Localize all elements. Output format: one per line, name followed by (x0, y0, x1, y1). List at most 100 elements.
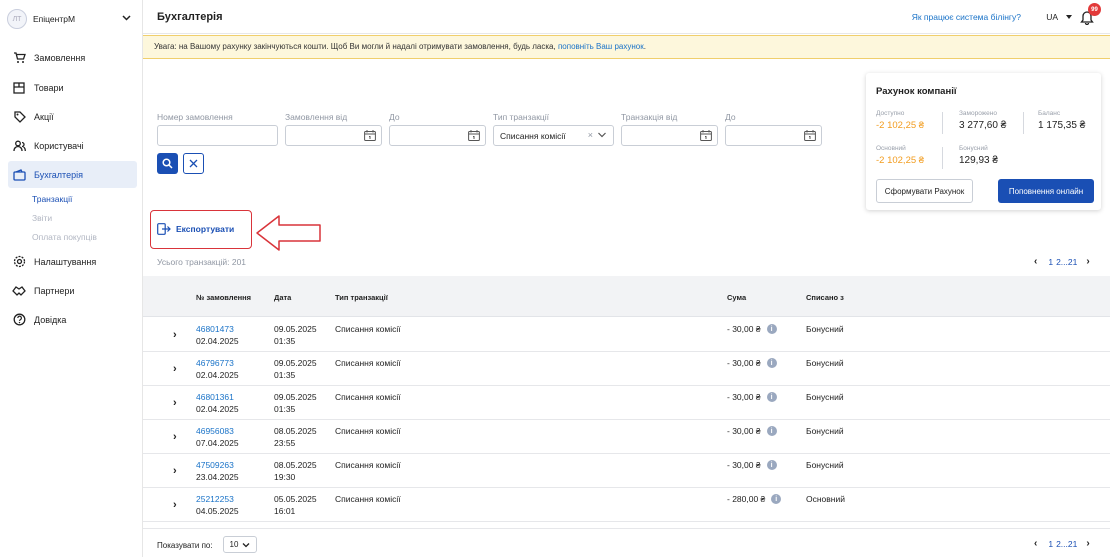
sum-value: - 30,00 ₴ (727, 392, 761, 402)
page-title: Бухгалтерія (157, 11, 223, 23)
page-rest[interactable]: 2...21 (1056, 539, 1077, 549)
tx-to-date-input[interactable] (725, 125, 822, 146)
expand-row-icon[interactable]: › (173, 364, 177, 375)
billing-help-link[interactable]: Як працює система білінгу? (912, 12, 1021, 22)
tx-sum: - 30,00 ₴ i (727, 460, 777, 470)
info-icon[interactable]: i (766, 324, 777, 334)
sidebar-item-label: Довідка (34, 314, 67, 325)
sidebar-subitem-customer-payments[interactable]: Оплата покупців (32, 232, 97, 242)
sidebar-subitem-reports[interactable]: Звіти (32, 213, 52, 223)
caret-down-icon[interactable] (1066, 15, 1072, 19)
chevron-down-icon (598, 132, 606, 138)
page-current[interactable]: 1 (1048, 257, 1053, 267)
order-link[interactable]: 46801361 (196, 392, 234, 402)
company-logo: ЛТ (7, 9, 27, 29)
tx-time: 23:55 (274, 438, 296, 448)
top-header: Бухгалтерія Як працює система білінгу? U… (143, 0, 1110, 34)
tx-from-label: Транзакція від (621, 112, 678, 122)
search-icon (162, 158, 173, 169)
warning-end: . (643, 42, 646, 51)
tx-type-label: Тип транзакції (493, 112, 550, 122)
topup-online-button[interactable]: Поповнення онлайн (998, 179, 1094, 203)
company-switcher[interactable]: ЛТ ЕпіцентрМ (7, 8, 137, 30)
sidebar-item-partners[interactable]: Партнери (8, 277, 137, 304)
users-icon (12, 139, 26, 153)
clear-select-icon[interactable]: × (588, 130, 593, 140)
order-number-input[interactable] (157, 125, 278, 146)
info-icon[interactable]: i (766, 358, 777, 368)
tx-source: Основний (806, 494, 845, 504)
order-link[interactable]: 25212253 (196, 494, 234, 504)
divider (942, 112, 943, 134)
notifications-button[interactable]: 99 (1080, 3, 1101, 27)
chevron-down-icon (242, 542, 250, 547)
tx-date: 05.05.2025 (274, 494, 317, 504)
col-order-number: № замовлення (196, 293, 252, 302)
generate-invoice-button[interactable]: Сформувати Рахунок (876, 179, 973, 203)
order-link[interactable]: 47509263 (196, 460, 234, 470)
expand-row-icon[interactable]: › (173, 398, 177, 409)
order-from-date-input[interactable] (285, 125, 382, 146)
sum-value: - 30,00 ₴ (727, 460, 761, 470)
low-balance-warning: Увага: на Вашому рахунку закінчуються ко… (143, 35, 1110, 59)
sidebar-item-accounting[interactable]: Бухгалтерія (8, 161, 137, 188)
info-icon[interactable]: i (771, 494, 782, 504)
chevron-right-icon[interactable]: › (1086, 256, 1089, 267)
info-icon[interactable]: i (766, 460, 777, 470)
export-button[interactable]: Експортувати (157, 223, 234, 235)
sidebar-item-users[interactable]: Користувачі (8, 132, 137, 159)
tx-from-date-input[interactable] (621, 125, 718, 146)
sidebar-item-label: Товари (34, 82, 64, 93)
expand-row-icon[interactable]: › (173, 330, 177, 341)
order-link[interactable]: 46956083 (196, 426, 234, 436)
tx-source: Бонусний (806, 358, 844, 368)
pagination-top: ‹ 1 2...21 › (1034, 256, 1090, 267)
sidebar-item-products[interactable]: Товари (8, 74, 137, 101)
sidebar-item-promotions[interactable]: Акції (8, 103, 137, 130)
chevron-right-icon[interactable]: › (1086, 538, 1089, 549)
sidebar: ЛТ ЕпіцентрМ Замовлення Товари Акції Кор… (0, 0, 143, 557)
sidebar-item-label: Акції (34, 111, 54, 122)
col-sum: Сума (727, 293, 747, 302)
order-to-date-input[interactable] (389, 125, 486, 146)
tx-date: 09.05.2025 (274, 358, 317, 368)
sidebar-item-help[interactable]: Довідка (8, 306, 137, 333)
tx-type-select[interactable]: Списання комісії × (493, 125, 614, 146)
tx-date: 08.05.2025 (274, 426, 317, 436)
chevron-left-icon[interactable]: ‹ (1034, 256, 1037, 267)
sidebar-subitem-transactions[interactable]: Транзакції (32, 194, 72, 204)
expand-row-icon[interactable]: › (173, 466, 177, 477)
tx-source: Бонусний (806, 426, 844, 436)
page-current[interactable]: 1 (1048, 539, 1053, 549)
main-value: -2 102,25 ₴ (876, 155, 925, 166)
calendar-icon[interactable] (804, 130, 816, 141)
info-icon[interactable]: i (766, 392, 777, 402)
calendar-icon[interactable] (468, 130, 480, 141)
topup-link[interactable]: поповніть Ваш рахунок (558, 42, 644, 51)
tx-type: Списання комісії (335, 494, 401, 504)
calendar-icon[interactable] (364, 130, 376, 141)
pagination-bottom: ‹ 1 2...21 › (1034, 538, 1090, 549)
tx-time: 19:30 (274, 472, 296, 482)
chevron-left-icon[interactable]: ‹ (1034, 538, 1037, 549)
order-link[interactable]: 46801473 (196, 324, 234, 334)
table-row: › 46956083 07.04.2025 08.05.2025 23:55 С… (143, 420, 1110, 454)
order-link[interactable]: 46796773 (196, 358, 234, 368)
clear-filters-button[interactable] (183, 153, 204, 174)
frozen-label: Заморожено (959, 110, 997, 117)
per-page-select[interactable]: 10 (223, 536, 257, 553)
annotation-arrow-icon (256, 215, 321, 251)
expand-row-icon[interactable]: › (173, 432, 177, 443)
language-selector[interactable]: UA (1046, 12, 1058, 22)
balance-value: 1 175,35 ₴ (1038, 120, 1086, 131)
calendar-icon[interactable] (700, 130, 712, 141)
order-date: 02.04.2025 (196, 370, 239, 380)
info-icon[interactable]: i (766, 426, 777, 436)
tx-to-label: До (725, 112, 736, 122)
expand-row-icon[interactable]: › (173, 500, 177, 511)
sidebar-item-orders[interactable]: Замовлення (8, 44, 137, 71)
page-rest[interactable]: 2...21 (1056, 257, 1077, 267)
order-number-label: Номер замовлення (157, 112, 233, 122)
search-button[interactable] (157, 153, 178, 174)
sidebar-item-settings[interactable]: Налаштування (8, 248, 137, 275)
